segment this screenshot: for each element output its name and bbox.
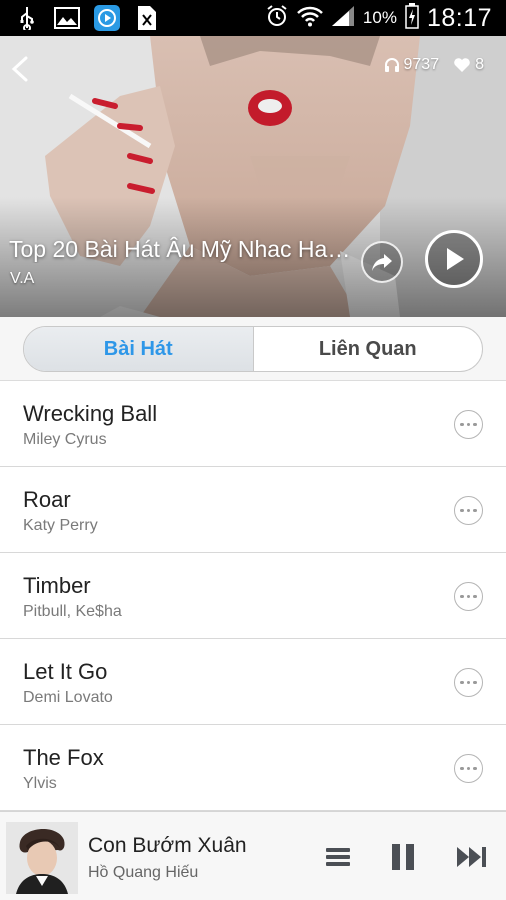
song-row[interactable]: Timber Pitbull, Ke$ha xyxy=(0,553,506,639)
now-playing-thumbnail[interactable] xyxy=(6,822,78,894)
playlist-icon xyxy=(326,848,350,866)
battery-charging-icon xyxy=(405,2,419,34)
status-bar: 10% 18:17 xyxy=(0,0,506,36)
more-options-icon[interactable] xyxy=(454,668,483,697)
song-artist: Pitbull, Ke$ha xyxy=(23,603,122,620)
more-options-icon[interactable] xyxy=(454,754,483,783)
song-row[interactable]: Roar Katy Perry xyxy=(0,467,506,553)
song-row[interactable]: Wrecking Ball Miley Cyrus xyxy=(0,381,506,467)
like-count: 8 xyxy=(475,56,484,73)
back-button[interactable] xyxy=(8,54,32,84)
signal-icon xyxy=(331,5,355,32)
pause-button[interactable] xyxy=(389,842,417,872)
listen-count: 9737 xyxy=(403,56,440,73)
song-row[interactable]: The Fox Ylvis xyxy=(0,725,506,811)
song-title: Let It Go xyxy=(23,659,108,684)
song-artist: Ylvis xyxy=(23,775,57,792)
play-all-button[interactable] xyxy=(425,230,483,288)
app-screen: 10% 18:17 9737 8 Top 20 Bài Hát Âu Mỹ Nh… xyxy=(0,0,506,900)
tab-related[interactable]: Liên Quan xyxy=(254,327,483,371)
now-playing-artist: Hồ Quang Hiếu xyxy=(88,864,199,881)
wifi-icon xyxy=(297,5,323,32)
app-icon xyxy=(94,5,120,31)
song-artist: Katy Perry xyxy=(23,517,98,534)
clock: 18:17 xyxy=(426,3,492,32)
song-artist: Demi Lovato xyxy=(23,689,113,706)
chevron-left-icon xyxy=(11,56,28,82)
song-artist: Miley Cyrus xyxy=(23,431,107,448)
song-title: Wrecking Ball xyxy=(23,401,158,426)
song-title: The Fox xyxy=(23,745,104,770)
pause-icon xyxy=(392,844,414,870)
alarm-icon xyxy=(265,4,289,33)
heart-icon xyxy=(454,58,470,72)
skip-next-icon xyxy=(457,847,486,867)
segmented-control: Bài Hát Liên Quan xyxy=(23,326,483,372)
more-options-icon[interactable] xyxy=(454,410,483,439)
album-title: Top 20 Bài Hát Âu Mỹ Nhac Hay Nhất xyxy=(9,236,354,262)
song-title: Timber xyxy=(23,573,91,598)
sim-icon xyxy=(134,5,160,31)
album-artist: V.A xyxy=(10,270,35,287)
song-title: Roar xyxy=(23,487,71,512)
album-stats: 9737 8 xyxy=(384,56,484,74)
more-options-icon[interactable] xyxy=(454,582,483,611)
tab-songs[interactable]: Bài Hát xyxy=(24,327,254,371)
notification-icons xyxy=(14,5,160,31)
now-playing-title: Con Bướm Xuân xyxy=(88,834,247,857)
song-list: Wrecking Ball Miley Cyrus Roar Katy Perr… xyxy=(0,381,506,811)
more-options-icon[interactable] xyxy=(454,496,483,525)
headphones-icon xyxy=(384,58,399,72)
next-button[interactable] xyxy=(455,842,489,872)
playlist-button[interactable] xyxy=(324,842,352,872)
album-header: 9737 8 Top 20 Bài Hát Âu Mỹ Nhac Hay Nhấ… xyxy=(0,36,506,317)
usb-icon xyxy=(14,5,40,31)
share-button[interactable] xyxy=(361,241,403,283)
share-icon xyxy=(372,254,392,271)
play-icon xyxy=(447,248,464,270)
now-playing-bar[interactable]: Con Bướm Xuân Hồ Quang Hiếu xyxy=(0,811,506,900)
battery-percent: 10% xyxy=(362,8,397,27)
image-icon xyxy=(54,5,80,31)
tab-bar: Bài Hát Liên Quan xyxy=(0,317,506,381)
song-row[interactable]: Let It Go Demi Lovato xyxy=(0,639,506,725)
system-indicators: 10% 18:17 xyxy=(265,2,492,34)
